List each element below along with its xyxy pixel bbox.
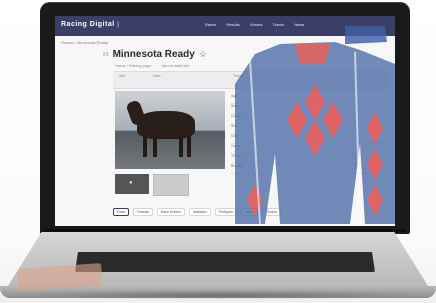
horse-leg — [153, 135, 157, 157]
silks-cap — [345, 26, 387, 44]
photo-thumbnail[interactable] — [153, 174, 189, 196]
info-label: Dam — [153, 74, 161, 78]
title-row: #1 Minnesota Ready ☆ — [103, 49, 207, 60]
tab-results[interactable]: Results — [133, 208, 153, 216]
meta-row: Horse / Racing page Add to watchlist — [115, 63, 189, 68]
info-cell: Dam — [153, 74, 160, 79]
play-icon: ● — [129, 180, 133, 186]
jockey-silks-graphic — [235, 26, 395, 224]
info-cell: Sire — [119, 74, 125, 79]
tab-race-entries[interactable]: Race Entries — [156, 208, 185, 216]
meta-item[interactable]: Add to watchlist — [161, 63, 189, 68]
horse-leg — [143, 135, 147, 157]
keyboard — [75, 252, 375, 272]
horse-leg — [179, 135, 183, 157]
page-title: Minnesota Ready — [112, 49, 195, 60]
tab-form[interactable]: Form — [113, 208, 130, 216]
info-label: Sire — [119, 74, 126, 78]
laptop-screen: Racing Digital | Races Results Horses Tr… — [55, 16, 395, 226]
breadcrumb[interactable]: Horses / Minnesota Ready — [61, 40, 108, 45]
silks-collar — [295, 44, 330, 64]
title-prefix: #1 — [103, 51, 109, 58]
video-thumbnail[interactable]: ● — [115, 174, 149, 194]
meta-item[interactable]: Horse / Racing page — [115, 63, 151, 68]
horse-leg — [187, 135, 191, 157]
site-logo[interactable]: Racing Digital | — [61, 21, 119, 28]
logo-main: Racing Digital — [61, 21, 115, 28]
laptop-shadow — [10, 290, 426, 300]
